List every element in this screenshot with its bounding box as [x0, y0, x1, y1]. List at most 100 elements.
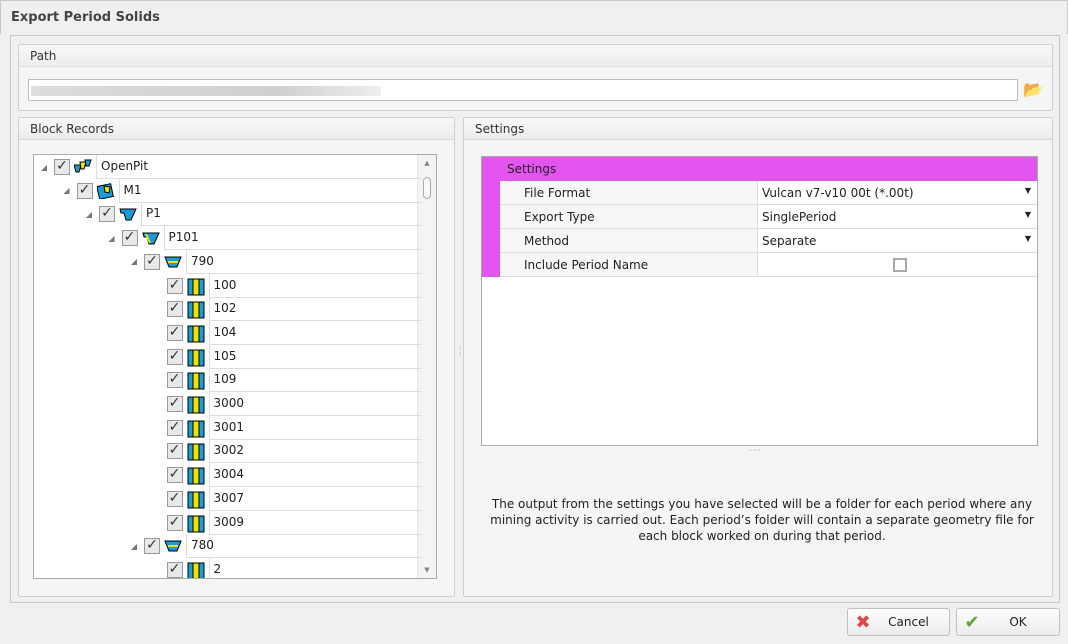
- block-icon: [187, 349, 205, 367]
- node-checkbox[interactable]: ✓: [144, 253, 160, 270]
- block-icon: [187, 420, 205, 438]
- tree-node[interactable]: ✓ 3009: [151, 510, 422, 535]
- tree-node[interactable]: ◢ ✓ P1: [83, 202, 422, 227]
- tree-node[interactable]: ✓ 3002: [151, 439, 422, 464]
- node-label: OpenPit: [96, 155, 422, 179]
- pit-icon: [119, 206, 137, 222]
- property-name: Include Period Name: [500, 253, 758, 276]
- tree-node[interactable]: ◢ ✓ M1: [61, 178, 422, 203]
- node-checkbox[interactable]: ✓: [76, 182, 93, 199]
- node-label: 105: [208, 344, 422, 369]
- expand-arrow-icon[interactable]: ◢: [61, 186, 73, 195]
- node-checkbox[interactable]: ✓: [166, 561, 183, 578]
- tree-node[interactable]: ✓ 109: [151, 368, 422, 393]
- property-value: Vulcan v7-v10 00t (*.00t): [762, 186, 914, 200]
- node-label: 780: [186, 534, 422, 559]
- expand-arrow-icon[interactable]: ◢: [83, 210, 95, 219]
- block-icon: [187, 372, 205, 390]
- path-input[interactable]: [28, 79, 1018, 101]
- property-grid: Settings File Format Vulcan v7-v10 00t (*…: [481, 156, 1038, 446]
- property-row: Export Type SinglePeriod ▼: [500, 205, 1037, 229]
- settings-header: Settings: [464, 118, 1052, 140]
- tree-node[interactable]: ✓ 3000: [151, 392, 422, 416]
- node-checkbox[interactable]: ✓: [166, 419, 183, 436]
- node-label: 109: [208, 368, 422, 393]
- node-checkbox[interactable]: ✓: [166, 348, 183, 365]
- block-icon: [187, 467, 205, 485]
- block-icon: [187, 491, 205, 509]
- tree-node[interactable]: ◢ ✓ OpenPit: [38, 155, 422, 179]
- node-label: 3001: [208, 415, 422, 440]
- node-checkbox[interactable]: ✓: [166, 514, 183, 531]
- dropdown-arrow-icon[interactable]: ▼: [1025, 210, 1031, 219]
- tree-node[interactable]: ◢ ✓ 790: [128, 249, 422, 274]
- tree-node[interactable]: ✓ 104: [151, 320, 422, 345]
- property-editor[interactable]: Vulcan v7-v10 00t (*.00t) ▼: [758, 181, 1037, 204]
- mine-icon: [95, 182, 115, 200]
- property-value: Separate: [762, 234, 817, 248]
- tree-node[interactable]: ✓ 105: [151, 344, 422, 369]
- node-checkbox[interactable]: ✓: [166, 372, 183, 389]
- tree-node[interactable]: ✓ 3001: [151, 415, 422, 440]
- block-icon: [187, 325, 205, 343]
- expand-arrow-icon[interactable]: ◢: [38, 163, 50, 172]
- node-label: P101: [163, 226, 422, 251]
- bench-icon: [164, 254, 182, 270]
- property-row: File Format Vulcan v7-v10 00t (*.00t) ▼: [500, 181, 1037, 205]
- block-tree[interactable]: ▲ ▼ ◢ ✓ OpenPit ◢ ✓ M1 ◢ ✓ P1 ◢ ✓ P101 ◢ ✓ 790 ✓ 100 ✓ 102…: [33, 154, 437, 579]
- property-name: File Format: [500, 181, 758, 204]
- block-icon: [187, 515, 205, 532]
- node-checkbox[interactable]: ✓: [121, 230, 138, 247]
- property-row: Method Separate ▼: [500, 229, 1037, 253]
- property-name: Export Type: [500, 205, 758, 228]
- scroll-thumb[interactable]: [423, 177, 431, 199]
- tree-node[interactable]: ◢ ✓ 780: [128, 534, 422, 559]
- tree-node[interactable]: ✓ 100: [151, 273, 422, 298]
- node-label: 3009: [208, 510, 422, 535]
- path-group: Path 📂: [18, 44, 1053, 111]
- tree-node[interactable]: ✓ 2: [151, 557, 423, 578]
- cancel-button[interactable]: ✖ Cancel: [847, 608, 950, 636]
- block-icon: [187, 443, 205, 461]
- node-checkbox[interactable]: ✓: [166, 324, 183, 341]
- property-editor[interactable]: SinglePeriod ▼: [758, 205, 1037, 228]
- browse-folder-icon[interactable]: 📂: [1022, 80, 1044, 100]
- dialog-body: Path 📂 Block Records ▲ ▼ ◢ ✓ OpenPit ◢ ✓ M1 ◢ ✓…: [10, 35, 1060, 603]
- expand-arrow-icon[interactable]: ◢: [128, 257, 140, 266]
- openpit-icon: [73, 159, 92, 175]
- window-title: Export Period Solids: [0, 0, 1068, 34]
- cancel-x-icon: ✖: [855, 611, 871, 633]
- node-checkbox[interactable]: ✓: [166, 301, 183, 318]
- property-editor[interactable]: [758, 253, 1037, 276]
- node-label: 3002: [208, 439, 422, 464]
- node-checkbox[interactable]: ✓: [99, 206, 115, 223]
- node-checkbox[interactable]: ✓: [166, 467, 183, 484]
- block-icon: [187, 278, 205, 295]
- tree-node[interactable]: ✓ 102: [151, 297, 422, 322]
- pit-phase-icon: [141, 230, 160, 246]
- node-checkbox[interactable]: ✓: [144, 538, 160, 555]
- node-checkbox[interactable]: ✓: [166, 396, 183, 412]
- node-checkbox[interactable]: ✓: [166, 277, 183, 294]
- node-label: 790: [186, 249, 422, 274]
- dropdown-arrow-icon[interactable]: ▼: [1025, 186, 1031, 195]
- node-checkbox[interactable]: ✓: [54, 159, 70, 175]
- tree-node[interactable]: ◢ ✓ P101: [106, 226, 422, 251]
- block-icon: [187, 562, 205, 578]
- node-label: 2: [208, 557, 423, 578]
- ok-label: OK: [1009, 615, 1027, 629]
- dropdown-arrow-icon[interactable]: ▼: [1025, 234, 1031, 243]
- ok-button[interactable]: ✔ OK: [956, 608, 1060, 636]
- expand-arrow-icon[interactable]: ◢: [106, 234, 118, 243]
- grid-splitter-grip[interactable]: ·····: [748, 446, 761, 455]
- block-icon: [187, 396, 205, 414]
- path-value-redacted: [31, 86, 381, 96]
- expand-arrow-icon[interactable]: ◢: [128, 542, 140, 551]
- node-checkbox[interactable]: ✓: [166, 443, 183, 460]
- include-period-name-checkbox[interactable]: [892, 258, 907, 272]
- node-checkbox[interactable]: ✓: [166, 490, 183, 507]
- block-records-header: Block Records: [19, 118, 454, 140]
- tree-node[interactable]: ✓ 3007: [151, 486, 422, 511]
- property-editor[interactable]: Separate ▼: [758, 229, 1037, 252]
- tree-node[interactable]: ✓ 3004: [151, 463, 422, 488]
